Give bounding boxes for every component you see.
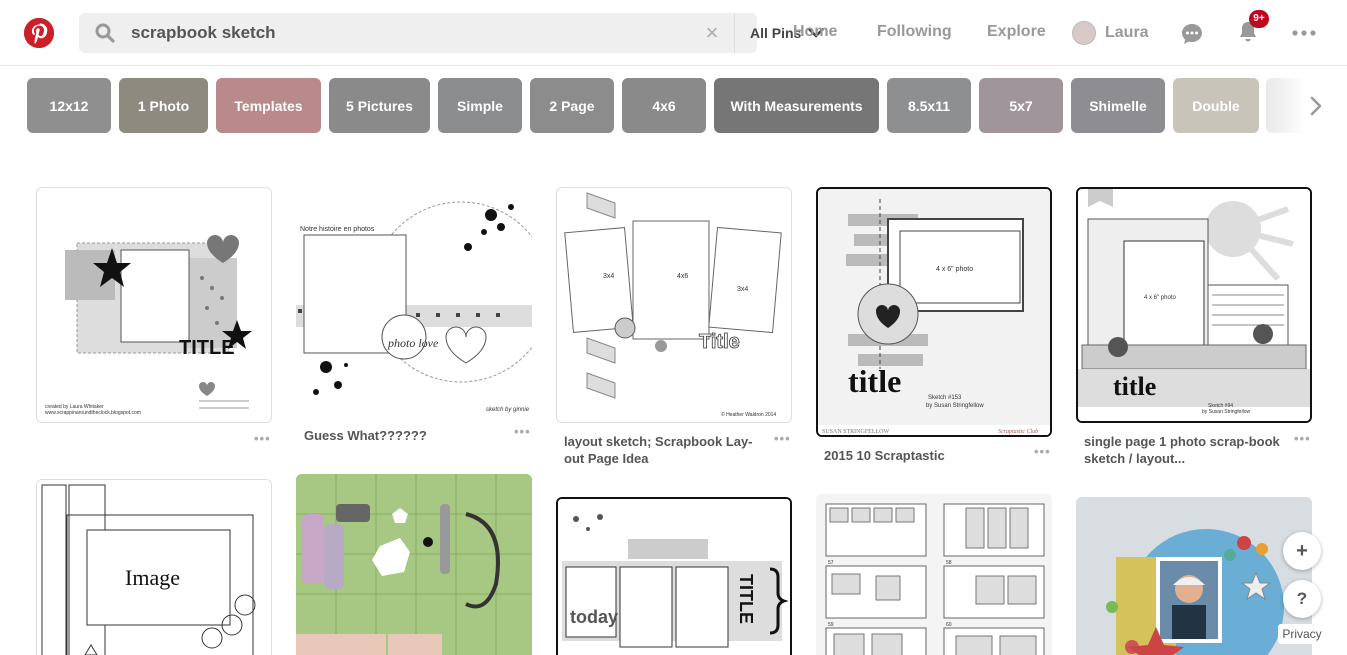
guide-chip[interactable]: Simple (438, 78, 522, 133)
pin-image-text: 4 x 6" photo (1144, 295, 1176, 301)
guide-chip[interactable]: 2 Page (530, 78, 614, 133)
help-button[interactable]: ? (1283, 580, 1321, 618)
pin-image[interactable] (296, 474, 532, 655)
privacy-link[interactable]: Privacy (1278, 624, 1326, 644)
notifications-badge: 9+ (1249, 10, 1269, 28)
guide-label: Double (1192, 97, 1240, 114)
pin-image-text: © Heather Waldron 2014 (721, 411, 776, 418)
pin-title[interactable]: layout sketch; Scrapbook Lay-out Page Id… (564, 433, 764, 467)
messages-icon[interactable] (1180, 22, 1204, 46)
pinterest-logo-icon[interactable] (24, 18, 54, 48)
nav-following[interactable]: Following (877, 23, 952, 41)
pin-image-text: by Susan Stringfellow (1202, 409, 1250, 415)
pin-image-text: 59 (828, 622, 834, 628)
pin-image-text: Sketch #153 (928, 395, 962, 401)
pin-image[interactable]: 57 58 59 60 (816, 494, 1052, 655)
pin-image-text: TITLE (179, 337, 235, 359)
add-pin-button[interactable]: + (1283, 532, 1321, 570)
guide-chip[interactable]: 4x6 (622, 78, 706, 133)
pin-image-text: 4x6 (677, 273, 688, 280)
guide-label: 2 Page (549, 97, 595, 114)
search-input[interactable] (131, 13, 651, 53)
guide-chip-partial[interactable] (1266, 78, 1306, 133)
guide-label: 5 Pictures (346, 97, 413, 114)
guide-label: With Measurements (730, 97, 863, 114)
guide-label: 12x12 (49, 97, 89, 114)
pin-image-text: photo love (387, 336, 439, 350)
guide-chip[interactable]: Double (1173, 78, 1259, 133)
search-bar: × All Pins (79, 13, 825, 53)
pin-image[interactable] (1076, 497, 1312, 655)
pin-image-text: 58 (946, 560, 952, 566)
pin-title[interactable]: 2015 10 Scraptastic (824, 447, 1024, 464)
pin-image-text: TITLE (736, 574, 756, 624)
guide-label: 8.5x11 (907, 97, 951, 114)
pin-image-text: SUSAN STRINGFELLOW (822, 429, 890, 435)
more-options-icon[interactable] (1292, 30, 1316, 36)
pin-title[interactable]: Guess What?????? (304, 427, 504, 444)
guide-label: Shimelle (1089, 97, 1147, 114)
pin-image-text: sketch by ginnie (486, 407, 530, 413)
user-profile-link[interactable]: Laura (1072, 21, 1149, 45)
pin-image-text: 57 (828, 560, 834, 566)
guide-chip[interactable]: 8.5x11 (887, 78, 971, 133)
guide-label: 1 Photo (137, 97, 190, 114)
guide-chip[interactable]: Templates (216, 78, 321, 133)
pin-image-text: 3x4 (737, 286, 748, 293)
guide-chip[interactable]: 12x12 (27, 78, 111, 133)
guide-chip[interactable]: Shimelle (1071, 78, 1165, 133)
pin-image-text: www.scrappinaroundtheclock.blogspot.com (45, 410, 141, 416)
pin-image-text: Notre histoire en photos (300, 226, 375, 233)
guided-search-bar: 12x12 1 Photo Templates 5 Pictures Simpl… (0, 78, 1347, 134)
clear-search-icon[interactable]: × (702, 22, 722, 44)
nav-home[interactable]: Home (793, 23, 837, 41)
pin-image[interactable]: today TITLE (556, 497, 792, 655)
guide-chip[interactable]: 5 Pictures (329, 78, 430, 133)
pin-more-icon[interactable]: ••• (1034, 444, 1051, 459)
pin-more-icon[interactable]: ••• (254, 431, 271, 446)
pin-title[interactable]: single page 1 photo scrap-book sketch / … (1084, 433, 1284, 467)
chevron-right-icon[interactable] (1306, 96, 1326, 116)
pin-image[interactable]: 4 x 6" photo title Sketch #153 by Susan … (816, 187, 1052, 437)
pin-more-icon[interactable]: ••• (774, 431, 791, 446)
pin-image-text: today (570, 607, 618, 627)
nav-explore[interactable]: Explore (987, 23, 1046, 41)
guide-chip[interactable]: 1 Photo (119, 78, 208, 133)
pin-image-text: title (1113, 372, 1156, 401)
user-name: Laura (1105, 24, 1149, 41)
guide-label: Templates (234, 97, 303, 114)
pin-image[interactable]: Notre histoire en photos photo love sket… (296, 187, 532, 416)
pin-image[interactable]: 4 x 6" photo title Sketch #94 by Susan S… (1076, 187, 1312, 423)
pin-image-text: by Susan Stringfellow (926, 403, 984, 409)
guide-chip[interactable]: With Measurements (714, 78, 879, 133)
pin-image-text: Title (699, 331, 740, 353)
guide-label: 4x6 (652, 97, 676, 114)
pin-more-icon[interactable]: ••• (1294, 431, 1311, 446)
pin-image-text: 4 x 6" photo (936, 266, 973, 273)
pin-image[interactable]: Image (36, 479, 272, 655)
guide-label: Simple (457, 97, 503, 114)
guide-label: 5x7 (1009, 97, 1033, 114)
avatar (1072, 21, 1096, 45)
guide-chip[interactable]: 5x7 (979, 78, 1063, 133)
pin-image[interactable]: 3x4 4x6 3x4 Title © Heather Waldron 2014 (556, 187, 792, 423)
pin-image-text: title (848, 363, 901, 399)
pin-image-text: Image (125, 565, 180, 590)
pin-more-icon[interactable]: ••• (514, 424, 531, 439)
search-icon (95, 23, 115, 43)
pin-image-text: 3x4 (603, 273, 614, 280)
pin-image[interactable]: TITLE created by Laura Whitaker www.scra… (36, 187, 272, 423)
header-bar: × All Pins Home Following Explore Laura … (0, 0, 1347, 66)
pin-image-text: Scraptastic Club (998, 429, 1038, 435)
pin-image-text: 60 (946, 622, 952, 628)
